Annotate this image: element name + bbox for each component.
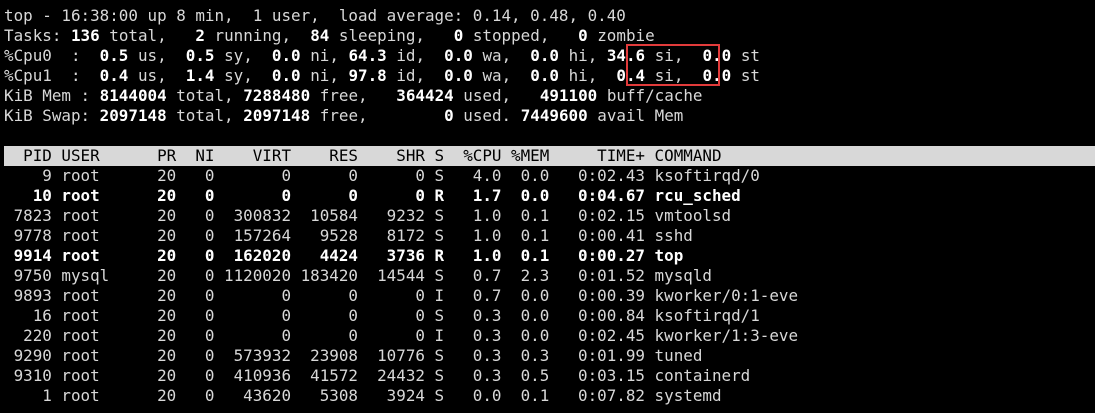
terminal[interactable]: top - 16:38:00 up 8 min, 1 user, load av… [4, 6, 1095, 406]
table-row: 220 root 20 0 0 0 0 I 0.3 0.0 0:02.45 kw… [4, 326, 799, 345]
table-row: 7823 root 20 0 300832 10584 9232 S 1.0 0… [4, 206, 732, 225]
uptime-line: top - 16:38:00 up 8 min, 1 user, load av… [4, 6, 626, 25]
table-row: 10 root 20 0 0 0 0 R 1.7 0.0 0:04.67 rcu… [4, 186, 741, 205]
cpu0-line: %Cpu0 : 0.5 us, 0.5 sy, 0.0 ni, 64.3 id,… [4, 46, 760, 65]
cpu1-line: %Cpu1 : 0.4 us, 1.4 sy, 0.0 ni, 97.8 id,… [4, 66, 760, 85]
process-table-header: PID USER PR NI VIRT RES SHR S %CPU %MEM … [4, 146, 1095, 166]
swap-line: KiB Swap: 2097148 total, 2097148 free, 0… [4, 106, 684, 125]
table-row: 9893 root 20 0 0 0 0 I 0.7 0.0 0:00.39 k… [4, 286, 799, 305]
table-row: 9778 root 20 0 157264 9528 8172 S 1.0 0.… [4, 226, 693, 245]
table-row: 9750 mysql 20 0 1120020 183420 14544 S 0… [4, 266, 712, 285]
table-row: 9914 root 20 0 162020 4424 3736 R 1.0 0.… [4, 246, 684, 265]
table-row: 9310 root 20 0 410936 41572 24432 S 0.3 … [4, 366, 751, 385]
table-row: 9290 root 20 0 573932 23908 10776 S 0.3 … [4, 346, 703, 365]
table-row: 1 root 20 0 43620 5308 3924 S 0.0 0.1 0:… [4, 386, 722, 405]
mem-line: KiB Mem : 8144004 total, 7288480 free, 3… [4, 86, 703, 105]
table-row: 9 root 20 0 0 0 0 S 4.0 0.0 0:02.43 ksof… [4, 166, 760, 185]
table-row: 16 root 20 0 0 0 0 S 0.3 0.0 0:00.84 kso… [4, 306, 760, 325]
tasks-line: Tasks: 136 total, 2 running, 84 sleeping… [4, 26, 655, 45]
process-table-body: 9 root 20 0 0 0 0 S 4.0 0.0 0:02.43 ksof… [4, 166, 1095, 406]
